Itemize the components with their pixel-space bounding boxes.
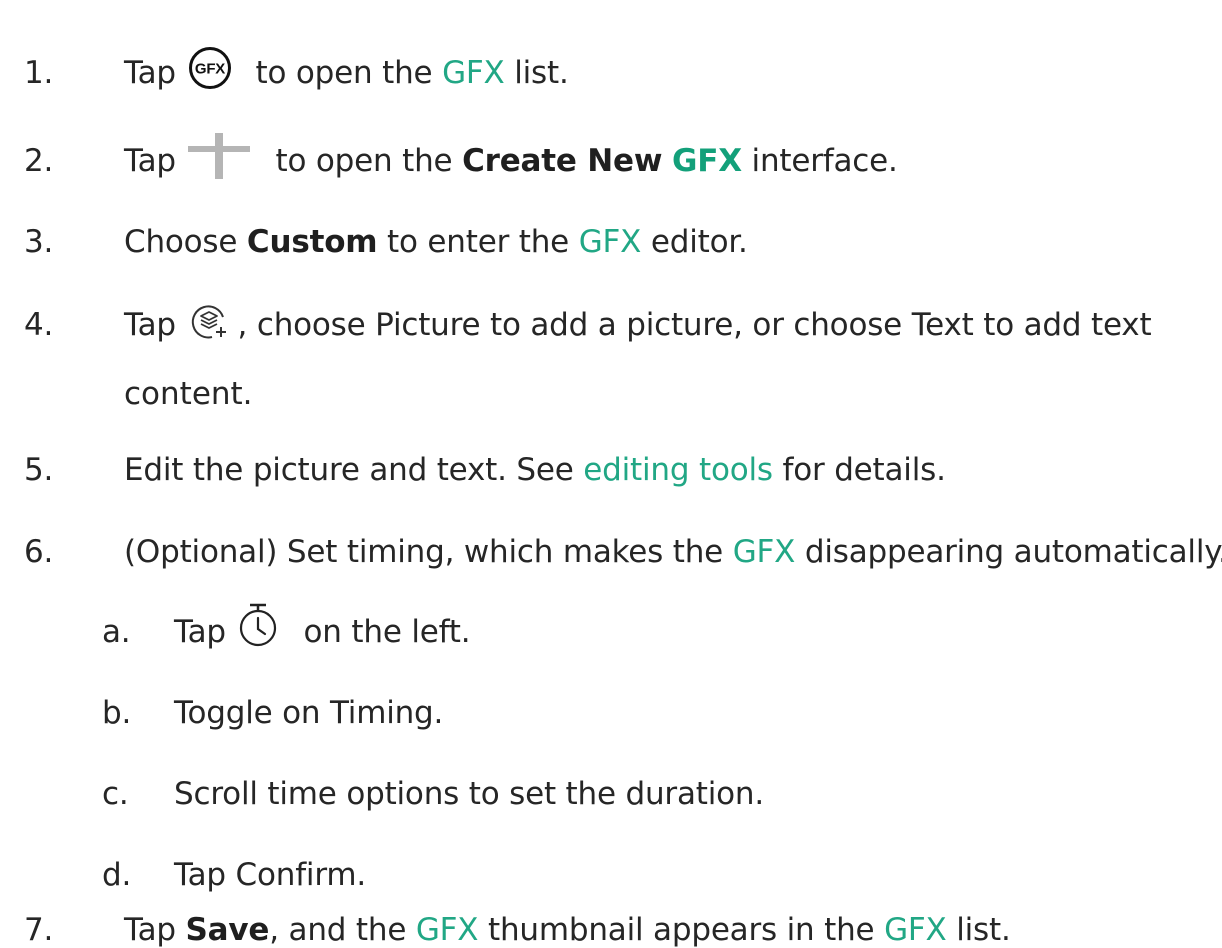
editing-tools-link[interactable]: editing tools <box>583 452 773 488</box>
step-text: list. <box>504 55 569 91</box>
custom-label: Custom <box>246 224 378 260</box>
step-text: Tap <box>124 55 176 91</box>
step-number: 1. <box>24 55 54 91</box>
step-text: Tap <box>124 307 176 343</box>
step-text: Toggle on Timing. <box>174 695 444 731</box>
gfx-link[interactable]: GFX <box>579 224 642 260</box>
substep-letter: d. <box>102 857 132 893</box>
step-text: Tap <box>124 912 186 948</box>
step-text: interface. <box>741 143 898 179</box>
step-number: 7. <box>24 912 54 948</box>
gfx-icon: GFX <box>188 46 232 90</box>
save-label: Save <box>185 912 270 948</box>
step-text: list. <box>946 912 1011 948</box>
substep-letter: c. <box>102 776 129 812</box>
svg-text:GFX: GFX <box>195 60 225 77</box>
layers-add-icon <box>190 303 228 341</box>
step-text: Scroll time options to set the duration. <box>174 776 764 812</box>
step-text: thumbnail appears in the <box>478 912 885 948</box>
step-text: to open the <box>265 143 463 179</box>
step-number: 4. <box>24 307 54 343</box>
timer-icon <box>238 603 278 647</box>
step-text: on the left. <box>293 614 471 650</box>
step-text: , choose Picture to add a picture, or ch… <box>227 307 1152 343</box>
substep-letter: b. <box>102 695 132 731</box>
step-text: to enter the <box>377 224 579 260</box>
step-text: editor. <box>641 224 748 260</box>
step-text: Tap <box>124 143 176 179</box>
step-text: Tap Confirm. <box>174 857 366 893</box>
step-number: 6. <box>24 534 54 570</box>
step-number: 3. <box>24 224 54 260</box>
step-number: 2. <box>24 143 54 179</box>
step-text: (Optional) Set timing, which makes the <box>124 534 733 570</box>
step-text: Choose <box>124 224 247 260</box>
substep-letter: a. <box>102 614 131 650</box>
step-text: , and the <box>269 912 416 948</box>
gfx-highlight: GFX <box>671 143 742 179</box>
step-text: Edit the picture and text. See <box>124 452 584 488</box>
step-text: disappearing automatically. <box>795 534 1222 570</box>
gfx-link[interactable]: GFX <box>442 55 505 91</box>
step-number: 5. <box>24 452 54 488</box>
step-text: for details. <box>772 452 946 488</box>
plus-icon <box>187 132 250 179</box>
gfx-link[interactable]: GFX <box>884 912 947 948</box>
step-text: Tap <box>174 614 226 650</box>
instruction-document: 1. Tap GFX to open the GFX list. 2. Tap t… <box>0 0 1222 946</box>
step-4-continuation: content. <box>124 376 253 412</box>
create-new-label: Create New <box>462 143 663 179</box>
step-text: to open the <box>245 55 443 91</box>
gfx-link[interactable]: GFX <box>416 912 479 948</box>
gfx-link[interactable]: GFX <box>733 534 796 570</box>
